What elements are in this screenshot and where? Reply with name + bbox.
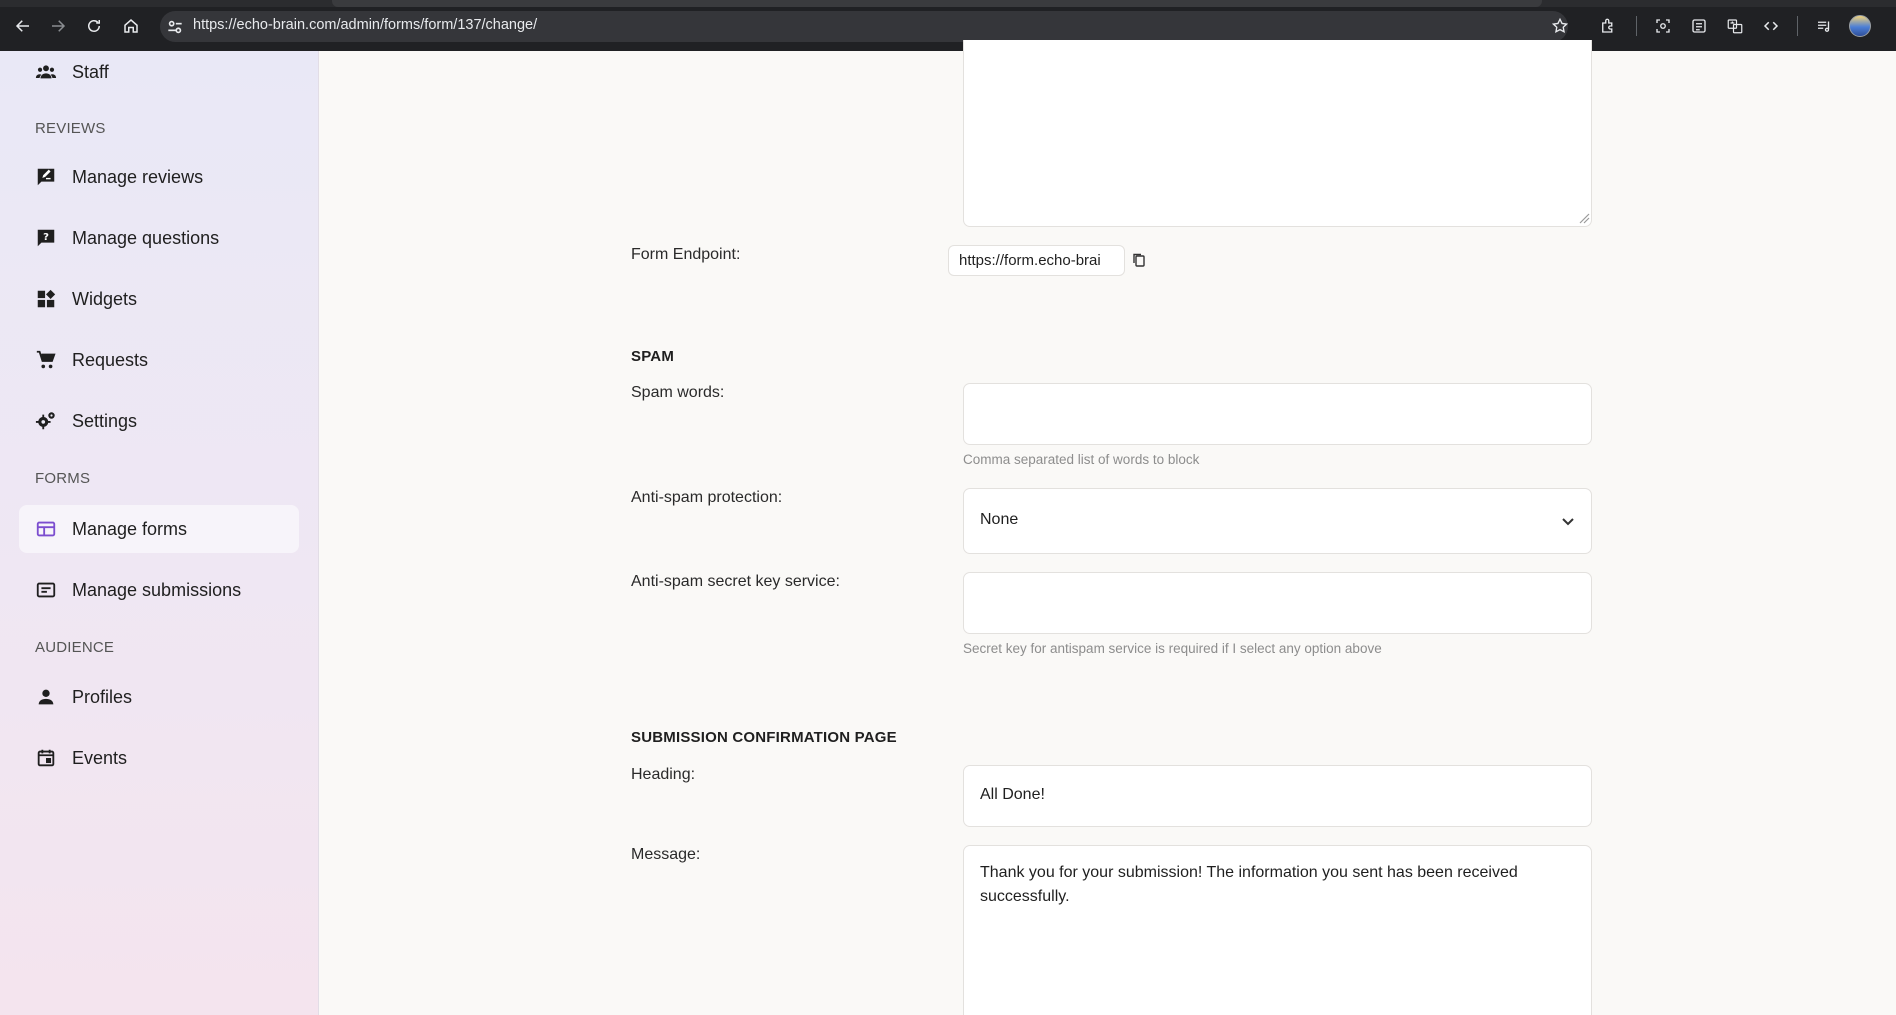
media-control-icon[interactable] [1812, 14, 1836, 38]
anti-spam-protection-select[interactable]: None [963, 488, 1592, 554]
sidebar-item-manage-questions[interactable]: ? Manage questions [19, 214, 299, 262]
sidebar-item-label: Events [72, 748, 128, 768]
toolbar-separator [1636, 16, 1637, 36]
form-endpoint-value: https://form.echo-brai [959, 252, 1101, 269]
sidebar-item-profiles[interactable]: Profiles [19, 673, 299, 721]
copy-icon[interactable] [1131, 252, 1147, 268]
forward-arrow-icon[interactable] [46, 14, 70, 38]
spam-words-help: Comma separated list of words to block [963, 452, 1200, 467]
devtools-icon[interactable] [1759, 14, 1783, 38]
sidebar-item-label: Settings [72, 411, 138, 431]
sidebar-item-manage-submissions[interactable]: Manage submissions [19, 566, 299, 614]
anti-spam-secret-key-help: Secret key for antispam service is requi… [963, 641, 1382, 656]
sidebar-item-label: Widgets [72, 289, 138, 309]
cart-icon [35, 349, 57, 371]
chevron-down-icon[interactable] [1558, 511, 1578, 531]
browser-toolbar: https://echo-brain.com/admin/forms/form/… [0, 0, 1896, 51]
gears-icon [35, 410, 57, 432]
submissions-icon [35, 579, 57, 601]
sidebar-item-label: Manage forms [72, 519, 188, 539]
heading-label: Heading: [631, 766, 696, 783]
spam-words-label: Spam words: [631, 384, 725, 401]
sidebar-item-requests[interactable]: Requests [19, 336, 299, 384]
sidebar-item-staff[interactable]: Staff [19, 48, 299, 96]
description-textarea[interactable] [963, 40, 1592, 227]
message-label: Message: [631, 846, 701, 863]
bookmark-star-icon[interactable] [1548, 14, 1572, 38]
anti-spam-secret-key-label: Anti-spam secret key service: [631, 573, 840, 590]
staff-icon [35, 61, 57, 83]
sidebar-item-label: Manage questions [72, 228, 220, 248]
reload-icon[interactable] [82, 14, 106, 38]
anti-spam-protection-label: Anti-spam protection: [631, 489, 783, 506]
review-edit-icon [35, 166, 57, 188]
question-icon: ? [35, 227, 57, 249]
sidebar-item-label: Requests [72, 350, 149, 370]
translate-icon[interactable] [1723, 14, 1747, 38]
form-table-icon [35, 518, 57, 540]
anti-spam-protection-value: None [980, 511, 1019, 528]
svg-text:?: ? [43, 232, 49, 243]
sidebar-item-widgets[interactable]: Widgets [19, 275, 299, 323]
active-tab-edge[interactable] [332, 0, 1542, 7]
toolbar-separator [1797, 16, 1798, 36]
sidebar-item-settings[interactable]: Settings [19, 397, 299, 445]
anti-spam-secret-key-input[interactable] [963, 572, 1592, 634]
back-arrow-icon[interactable] [11, 14, 35, 38]
sidebar-item-label: Profiles [72, 687, 133, 707]
home-icon[interactable] [119, 14, 143, 38]
sidebar-item-events[interactable]: Events [19, 734, 299, 782]
spam-words-input[interactable] [963, 383, 1592, 445]
sidebar-item-manage-forms[interactable]: Manage forms [19, 505, 299, 553]
reading-mode-icon[interactable] [1687, 14, 1711, 38]
heading-input[interactable]: All Done! [963, 765, 1592, 827]
section-heading-forms: FORMS [35, 470, 91, 487]
sidebar-item-label: Staff [72, 62, 109, 82]
sidebar-item-manage-reviews[interactable]: Manage reviews [19, 153, 299, 201]
form-endpoint-label: Form Endpoint: [631, 246, 741, 263]
heading-value: All Done! [980, 786, 1045, 803]
sidebar-item-label: Manage submissions [72, 580, 242, 600]
spam-section-title: SPAM [631, 348, 675, 365]
widgets-icon [35, 288, 57, 310]
profile-avatar[interactable] [1849, 15, 1871, 37]
section-heading-reviews: REVIEWS [35, 120, 106, 137]
submission-confirmation-section-title: SUBMISSION CONFIRMATION PAGE [631, 729, 897, 746]
calendar-icon [35, 747, 57, 769]
message-line-2: successfully. [980, 888, 1070, 905]
url-text[interactable]: https://echo-brain.com/admin/forms/form/… [193, 17, 537, 33]
sidebar-item-label: Manage reviews [72, 167, 204, 187]
screenshot-icon[interactable] [1651, 14, 1675, 38]
extensions-icon[interactable] [1596, 14, 1620, 38]
form-endpoint-field[interactable]: https://form.echo-brai [948, 245, 1125, 276]
sidebar: Staff REVIEWS Manage reviews ? Manage qu… [0, 51, 319, 1015]
site-settings-icon[interactable] [165, 17, 185, 37]
section-heading-audience: AUDIENCE [35, 639, 115, 656]
person-icon [35, 686, 57, 708]
textarea-resize-handle[interactable] [1578, 212, 1590, 224]
message-textarea[interactable]: Thank you for your submission! The infor… [963, 845, 1592, 1015]
message-line-1: Thank you for your submission! The infor… [980, 864, 1518, 881]
